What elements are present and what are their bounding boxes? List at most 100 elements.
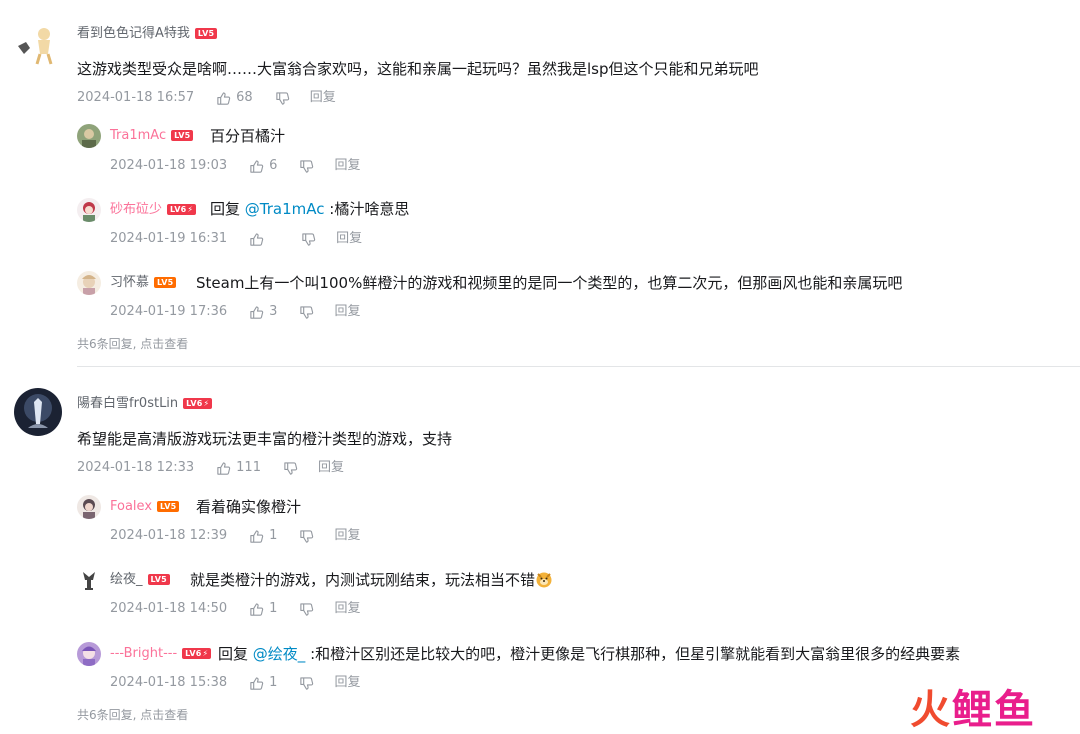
timestamp: 2024-01-18 14:50 <box>110 601 228 616</box>
reply-button[interactable]: 回复 <box>318 460 344 476</box>
thumb-down-icon <box>300 305 314 319</box>
username[interactable]: 看到色色记得A特我 LV5 <box>77 26 218 42</box>
doge-emoji-icon <box>536 572 552 588</box>
level-badge: LV5 <box>194 28 218 39</box>
username[interactable]: 砂布砬少 LV6⚡ <box>110 202 197 218</box>
like-button[interactable]: 111 <box>216 460 261 476</box>
comment-text: 希望能是高清版游戏玩法更丰富的橙汁类型的游戏，支持 <box>77 430 453 448</box>
avatar[interactable] <box>14 388 62 436</box>
thumb-up-icon <box>250 602 264 616</box>
username-text[interactable]: 习怀慕 <box>110 275 149 290</box>
timestamp: 2024-01-18 19:03 <box>110 158 228 173</box>
reply-button[interactable]: 回复 <box>334 601 360 617</box>
comment-thread: 看到色色记得A特我 LV5 这游戏类型受众是啥啊……大富翁合家欢吗，这能和亲属一起… <box>0 0 1080 360</box>
username[interactable]: 习怀慕 LV5 <box>110 275 177 291</box>
like-button[interactable]: 6 <box>249 158 277 174</box>
thumb-down-icon <box>300 676 314 690</box>
avatar[interactable] <box>77 568 101 592</box>
divider <box>77 366 1080 367</box>
comment-meta: 2024-01-18 16:57 68 回复 <box>77 90 336 106</box>
thumb-up-icon <box>217 91 231 105</box>
like-button[interactable]: 3 <box>249 304 277 320</box>
username[interactable]: 陽春白雪fr0stLin LV6⚡ <box>77 396 213 412</box>
level-badge: LV6⚡ <box>183 398 213 409</box>
avatar[interactable] <box>77 495 101 519</box>
dislike-button[interactable] <box>299 676 314 691</box>
avatar[interactable] <box>77 271 101 295</box>
timestamp: 2024-01-18 15:38 <box>110 675 228 690</box>
reply-button[interactable]: 回复 <box>336 231 362 247</box>
level-badge: LV5 <box>157 501 180 512</box>
username[interactable]: 绘夜_ LV5 <box>110 572 170 588</box>
thumb-up-icon <box>250 232 264 246</box>
dislike-button[interactable] <box>275 91 290 106</box>
timestamp: 2024-01-18 16:57 <box>77 90 195 105</box>
username[interactable]: Foalex LV5 <box>110 499 180 515</box>
thumb-down-icon <box>300 159 314 173</box>
avatar[interactable] <box>16 20 64 68</box>
username[interactable]: ---Bright--- LV6⚡ <box>110 646 212 662</box>
avatar[interactable] <box>77 642 101 666</box>
bolt-icon: ⚡ <box>203 399 210 408</box>
dislike-button[interactable] <box>299 529 314 544</box>
username-text[interactable]: 陽春白雪fr0stLin <box>77 396 178 411</box>
level-text: LV6 <box>170 205 187 214</box>
mention-link[interactable]: @绘夜_ <box>253 645 306 663</box>
like-count: 1 <box>269 601 278 616</box>
reply-button[interactable]: 回复 <box>334 304 360 320</box>
reply-text: Steam上有一个叫100%鲜橙汁的游戏和视频里的是同一个类型的，也算二次元，但… <box>196 274 903 292</box>
like-button[interactable]: 68 <box>216 90 253 106</box>
level-text: LV6 <box>186 399 203 408</box>
bolt-icon: ⚡ <box>187 205 194 214</box>
reply-text: 就是类橙汁的游戏，内测试玩刚结束，玩法相当不错 <box>190 570 553 590</box>
reply-body: 就是类橙汁的游戏，内测试玩刚结束，玩法相当不错 <box>190 571 536 589</box>
view-more-replies-link[interactable]: 共6条回复, 点击查看 <box>77 335 188 352</box>
comment-thread: 陽春白雪fr0stLin LV6⚡ 希望能是高清版游戏玩法更丰富的橙汁类型的游戏，… <box>0 380 1080 734</box>
thumb-up-icon <box>217 461 231 475</box>
level-badge: LV6⚡ <box>182 648 212 659</box>
like-button[interactable]: 1 <box>249 601 277 617</box>
username-text[interactable]: 看到色色记得A特我 <box>77 26 190 41</box>
username-text[interactable]: 绘夜_ <box>110 572 143 587</box>
username[interactable]: Tra1mAc LV5 <box>110 128 194 144</box>
comment-meta: 2024-01-18 12:33 111 回复 <box>77 460 344 476</box>
level-badge: LV6⚡ <box>167 204 197 215</box>
bolt-icon: ⚡ <box>202 649 209 658</box>
like-count: 3 <box>269 304 278 319</box>
timestamp: 2024-01-19 16:31 <box>110 231 228 246</box>
dislike-button[interactable] <box>283 461 298 476</box>
timestamp: 2024-01-19 17:36 <box>110 304 228 319</box>
like-button[interactable]: 1 <box>249 675 277 691</box>
reply-button[interactable]: 回复 <box>334 528 360 544</box>
like-count: 111 <box>236 460 261 475</box>
reply-button[interactable]: 回复 <box>334 675 360 691</box>
avatar[interactable] <box>77 198 101 222</box>
username-text[interactable]: 砂布砬少 <box>110 202 162 217</box>
username-text[interactable]: Foalex <box>110 499 152 514</box>
reply-meta: 2024-01-18 15:38 1 回复 <box>110 675 360 691</box>
like-button[interactable] <box>249 232 269 247</box>
username-text[interactable]: ---Bright--- <box>110 646 177 661</box>
like-count: 6 <box>269 158 278 173</box>
dislike-button[interactable] <box>301 232 316 247</box>
level-badge: LV5 <box>147 574 170 585</box>
reply-meta: 2024-01-19 16:31 回复 <box>110 231 362 247</box>
reply-button[interactable]: 回复 <box>334 158 360 174</box>
avatar[interactable] <box>77 124 101 148</box>
dislike-button[interactable] <box>299 159 314 174</box>
thumb-down-icon <box>300 529 314 543</box>
mention-link[interactable]: @Tra1mAc <box>245 200 325 218</box>
username-text[interactable]: Tra1mAc <box>110 128 166 143</box>
like-count: 1 <box>269 675 278 690</box>
thumb-up-icon <box>250 676 264 690</box>
like-button[interactable]: 1 <box>249 528 277 544</box>
reply-prefix: 回复 <box>218 645 253 663</box>
dislike-button[interactable] <box>299 305 314 320</box>
dislike-button[interactable] <box>299 602 314 617</box>
reply-button[interactable]: 回复 <box>310 90 336 106</box>
reply-text: 百分百橘汁 <box>210 127 286 145</box>
timestamp: 2024-01-18 12:39 <box>110 528 228 543</box>
like-count: 68 <box>236 90 253 105</box>
level-badge: LV5 <box>171 130 194 141</box>
view-more-replies-link[interactable]: 共6条回复, 点击查看 <box>77 706 188 723</box>
